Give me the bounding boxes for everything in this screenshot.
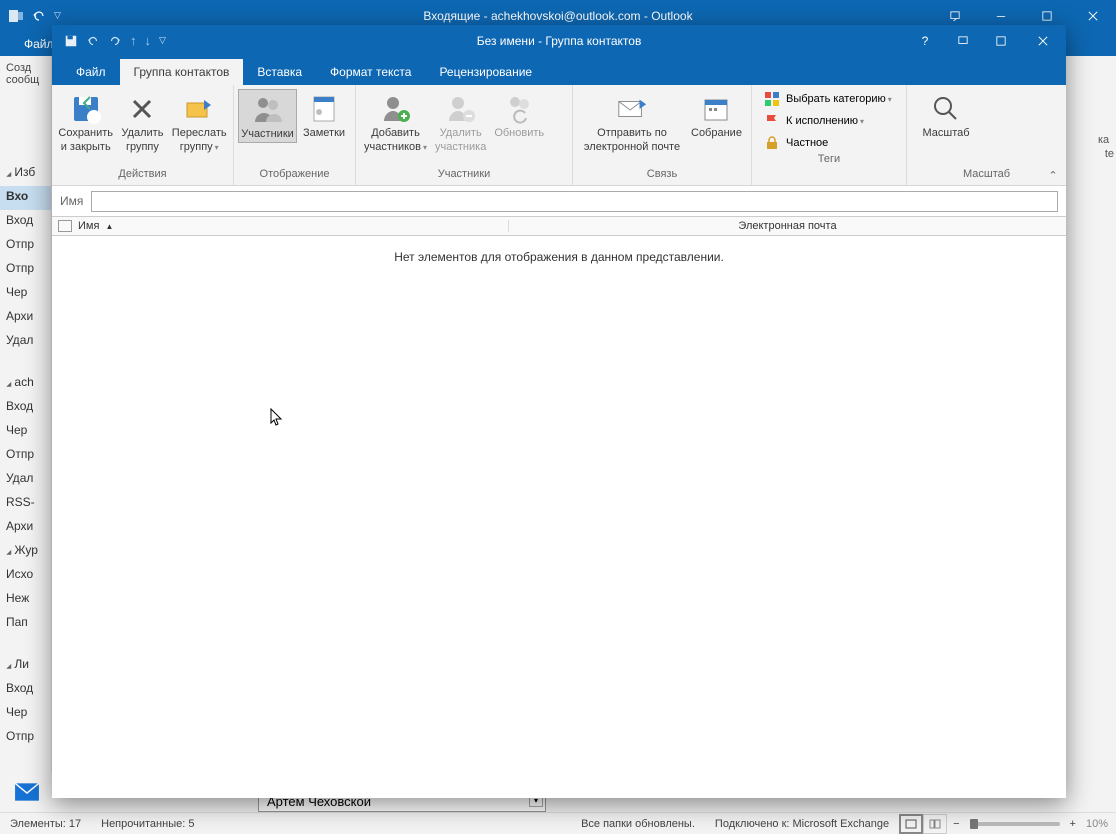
group-name-input[interactable] (91, 191, 1058, 212)
send-email-button[interactable]: Отправить по электронной почте (577, 89, 687, 155)
help-icon[interactable]: ? (906, 25, 944, 56)
zoom-slider[interactable] (970, 822, 1060, 826)
forward-group-button[interactable]: Переслать группу (169, 89, 229, 155)
tab-review[interactable]: Рецензирование (425, 59, 546, 85)
meeting-button[interactable]: Собрание (687, 89, 746, 155)
ribbon: Сохранить и закрыть Удалить группу Перес… (52, 85, 1066, 186)
new-mail-partial: Созд сообщ (0, 56, 51, 86)
members-list-header: Имя ▲ Электронная почта (52, 216, 1066, 236)
folder-item[interactable]: Отпр (0, 258, 51, 282)
members-view-button[interactable]: Участники (238, 89, 297, 143)
zoom-out-icon[interactable]: − (947, 818, 965, 830)
next-icon[interactable]: ↓ (145, 33, 152, 48)
group-actions-label: Действия (52, 168, 233, 185)
list-column-email[interactable]: Электронная почта (508, 220, 1066, 232)
folder-item[interactable]: Исхо (0, 564, 51, 588)
folder-item[interactable]: Отпр (0, 444, 51, 468)
folder-item[interactable]: Вход (0, 210, 51, 234)
remove-member-button: Удалить участника (431, 89, 490, 155)
folder-item[interactable]: Удал (0, 468, 51, 492)
dialog-title-bar: ↑ ↓ ▽ Без имени - Группа контактов ? (52, 25, 1066, 56)
zoom-in-icon[interactable]: + (1064, 818, 1082, 830)
qa-dropdown-icon[interactable]: ▽ (54, 10, 61, 21)
tab-file[interactable]: Файл (62, 59, 120, 85)
status-connection: Подключено к: Microsoft Exchange (705, 818, 899, 830)
outlook-icon (8, 8, 24, 24)
follow-up-button[interactable]: К исполнению (760, 111, 898, 131)
group-zoom-label: Масштаб (907, 168, 1066, 185)
group-comm-label: Связь (573, 168, 751, 185)
account-header[interactable]: ach (0, 372, 51, 396)
notes-view-button[interactable]: Заметки (297, 89, 351, 141)
mail-icon (14, 782, 40, 802)
list-column-name[interactable]: Имя ▲ (78, 220, 508, 232)
folder-item[interactable]: Неж (0, 588, 51, 612)
name-field-label: Имя (60, 194, 83, 208)
dialog-close-icon[interactable] (1020, 25, 1066, 56)
categorize-button[interactable]: Выбрать категорию (760, 89, 898, 109)
tab-insert[interactable]: Вставка (243, 59, 316, 85)
name-field-row: Имя (52, 186, 1066, 216)
prev-icon[interactable]: ↑ (130, 33, 137, 48)
status-unread: Непрочитанные: 5 (91, 818, 204, 830)
folder-item[interactable]: Отпр (0, 234, 51, 258)
folder-pane[interactable]: Созд сообщ Изб Вхо Вход Отпр Отпр Чер Ар… (0, 56, 52, 812)
tab-format-text[interactable]: Формат текста (316, 59, 425, 85)
status-items: Элементы: 17 (0, 818, 91, 830)
folder-item[interactable]: Архи (0, 516, 51, 540)
folder-item[interactable]: Отпр (0, 726, 51, 750)
qa-customize-icon[interactable]: ▽ (159, 35, 166, 46)
folder-item[interactable]: Архи (0, 306, 51, 330)
folder-item[interactable]: Вход (0, 396, 51, 420)
members-list: Нет элементов для отображения в данном п… (52, 236, 1066, 798)
status-bar: Элементы: 17 Непрочитанные: 5 Все папки … (0, 812, 1116, 834)
dialog-ribbon-tabs: Файл Группа контактов Вставка Формат тек… (52, 56, 1066, 85)
close-icon[interactable] (1070, 0, 1116, 31)
folder-item[interactable]: RSS- (0, 492, 51, 516)
undo-icon[interactable] (86, 34, 100, 48)
nav-mail[interactable] (0, 772, 52, 812)
empty-list-message: Нет элементов для отображения в данном п… (52, 236, 1066, 264)
view-normal-icon[interactable] (899, 814, 923, 834)
folder-inbox[interactable]: Вхо (0, 186, 51, 210)
save-icon[interactable] (64, 34, 78, 48)
private-button[interactable]: Частное (760, 133, 898, 153)
folder-item[interactable]: Жур (0, 540, 51, 564)
zoom-button[interactable]: Масштаб (911, 89, 981, 155)
collapse-ribbon-icon[interactable]: ⌃ (1046, 168, 1060, 182)
contact-group-dialog: ↑ ↓ ▽ Без имени - Группа контактов ? Фай… (52, 25, 1066, 798)
folder-item[interactable]: Пап (0, 612, 51, 636)
folder-item[interactable]: Вход (0, 678, 51, 702)
list-icon-column[interactable] (58, 220, 72, 232)
folder-item[interactable]: Чер (0, 282, 51, 306)
save-and-close-button[interactable]: Сохранить и закрыть (56, 89, 115, 155)
sort-asc-icon: ▲ (105, 222, 113, 231)
group-display-label: Отображение (234, 168, 355, 185)
folder-item[interactable]: Чер (0, 702, 51, 726)
dialog-maximize-icon[interactable] (982, 25, 1020, 56)
update-now-button: Обновить (490, 89, 548, 155)
status-sync: Все папки обновлены. (571, 818, 705, 830)
add-members-button[interactable]: Добавить участников (360, 89, 431, 155)
undo-icon[interactable] (32, 9, 46, 23)
folder-item[interactable]: Удал (0, 330, 51, 354)
group-tags-label: Теги (752, 153, 906, 170)
zoom-percent: 10% (1086, 818, 1108, 830)
folder-item[interactable]: Чер (0, 420, 51, 444)
tab-contact-group[interactable]: Группа контактов (120, 59, 244, 85)
redo-icon[interactable] (108, 34, 122, 48)
group-members-label: Участники (356, 168, 572, 185)
delete-group-button[interactable]: Удалить группу (115, 89, 169, 155)
ribbon-display-options-icon[interactable] (944, 25, 982, 56)
personal-header[interactable]: Ли (0, 654, 51, 678)
right-slice: ка te (1098, 56, 1116, 812)
favorites-header[interactable]: Изб (0, 162, 51, 186)
view-reading-icon[interactable] (923, 814, 947, 834)
